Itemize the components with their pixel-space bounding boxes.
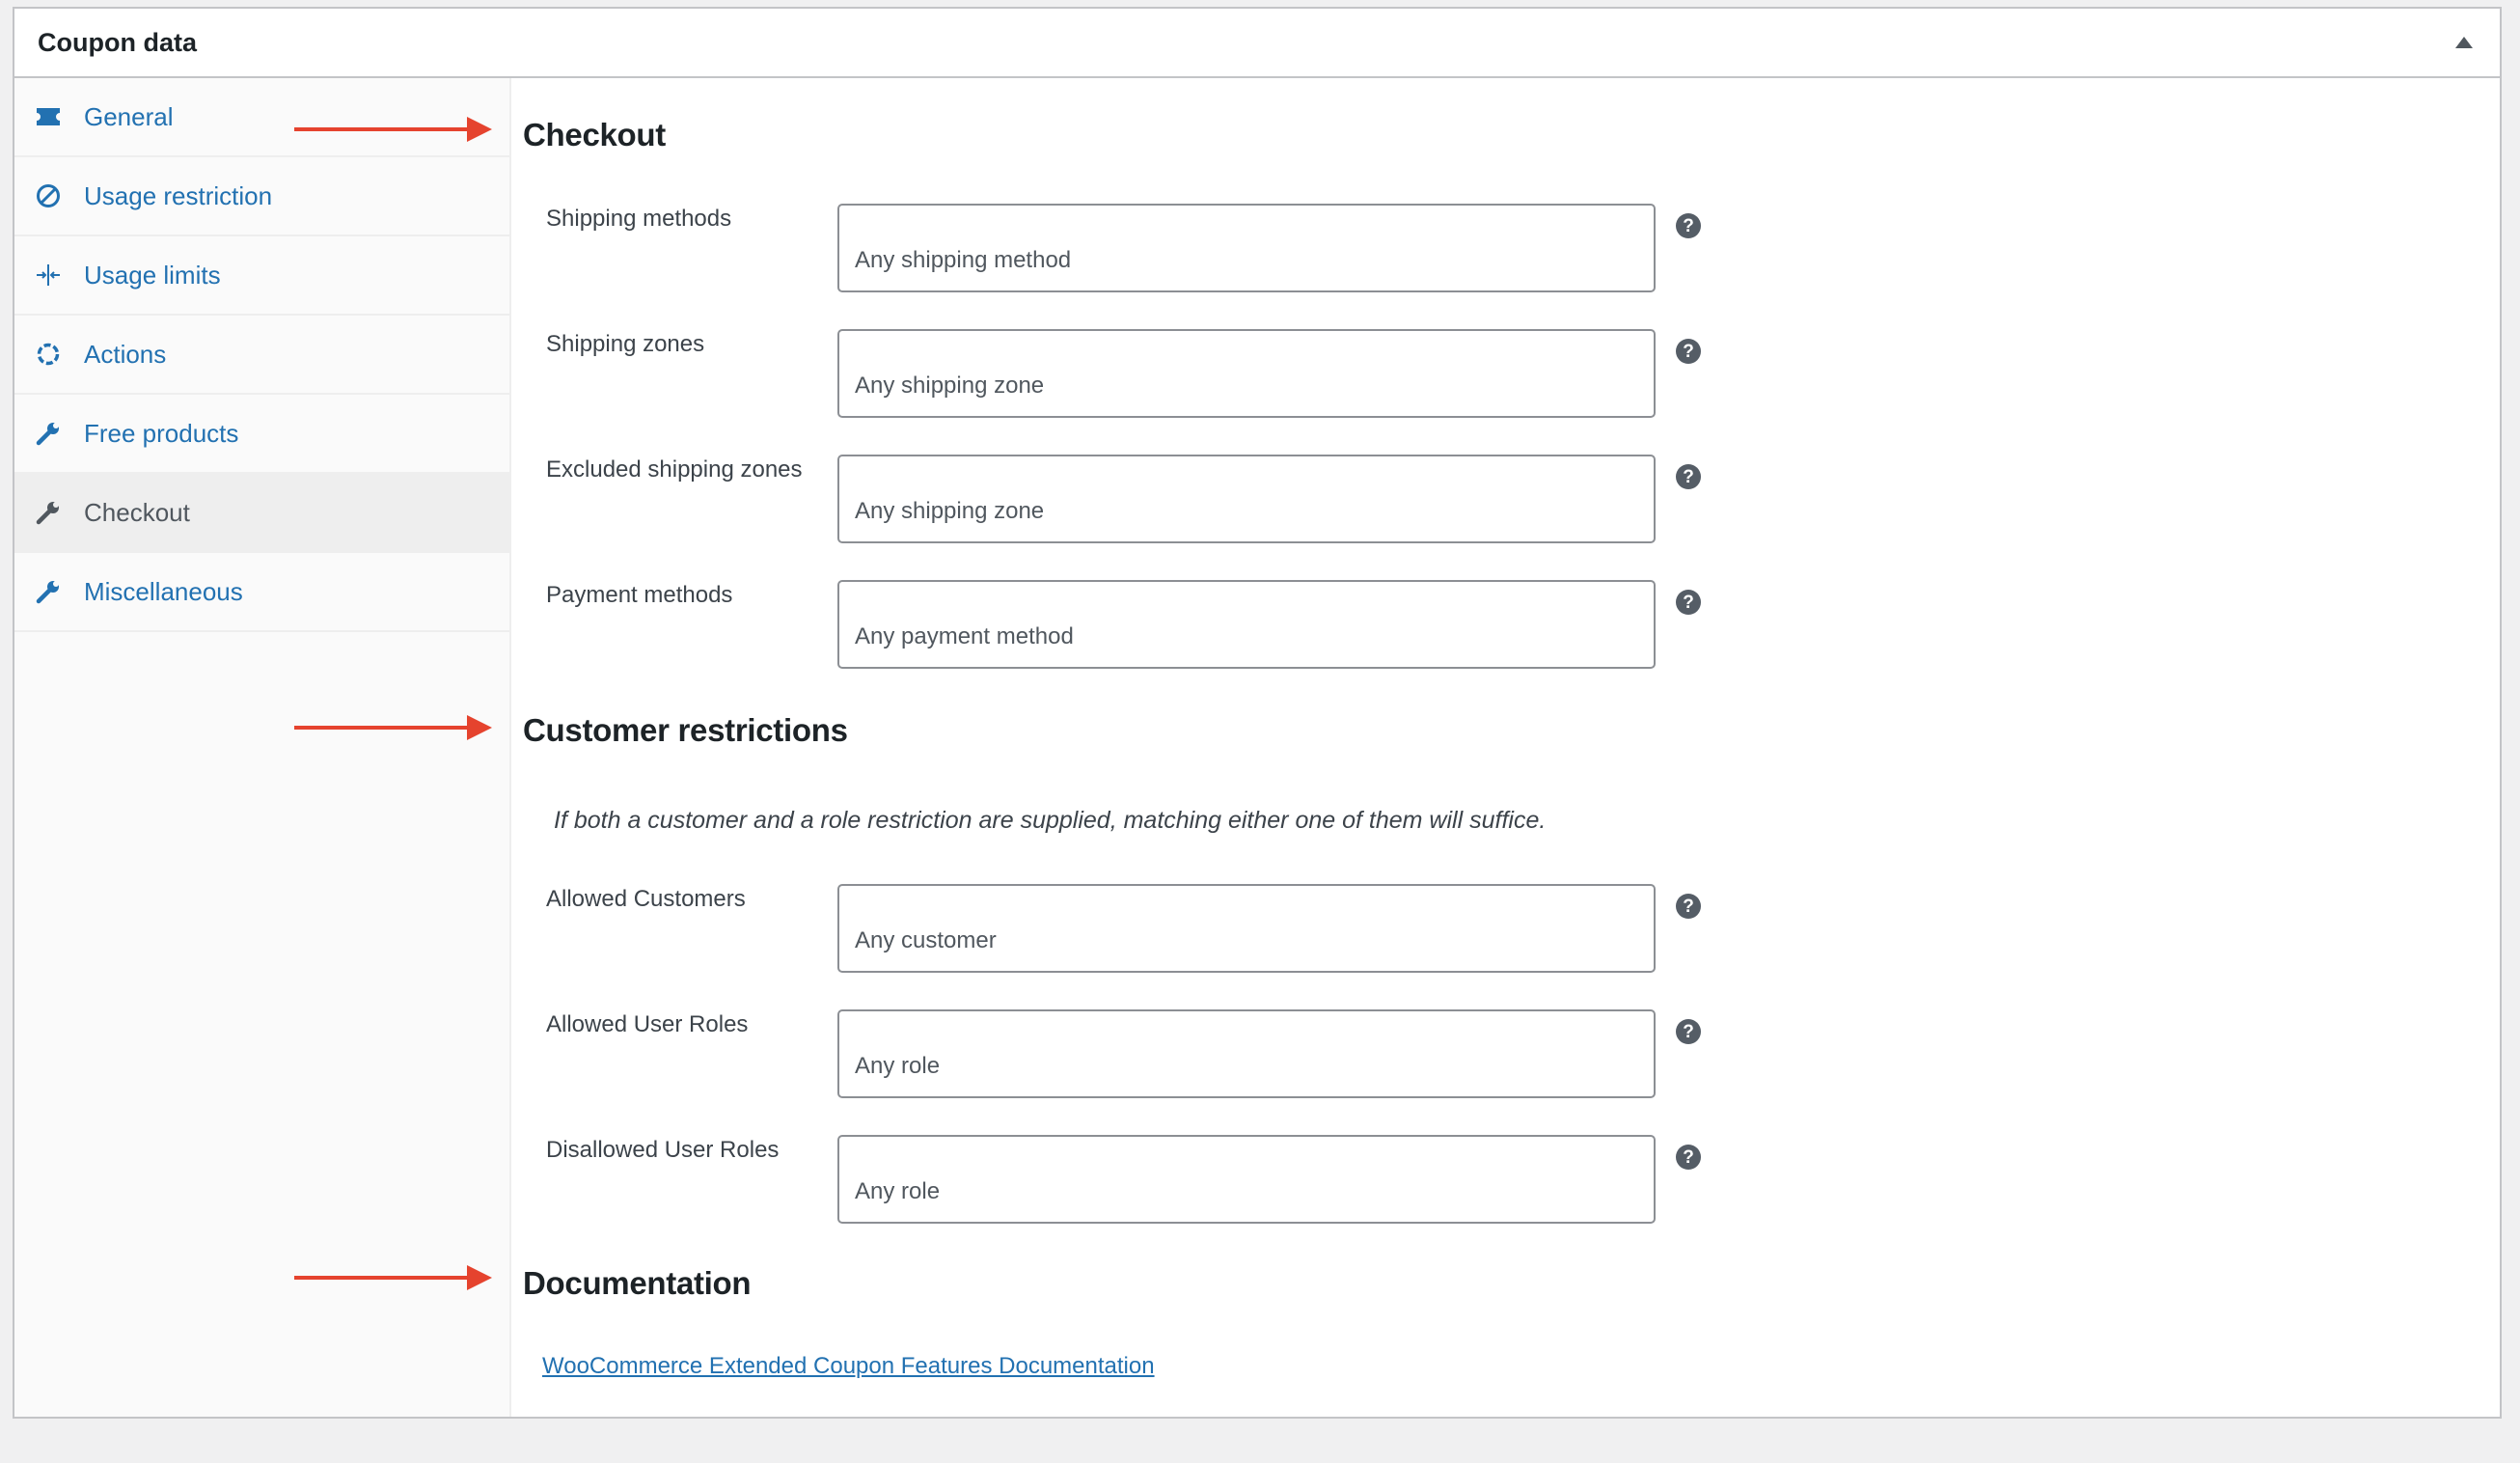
checkout-heading: Checkout [523,117,666,152]
allowed-user-roles-label: Allowed User Roles [546,1011,749,1037]
excluded-shipping-zones-input[interactable] [837,455,1656,543]
panel-title: Coupon data [38,27,197,57]
help-icon[interactable]: ? [1676,1145,1701,1170]
checkout-tab-content: Checkout Shipping methods ? Shipping zon… [513,78,2500,1417]
actions-icon [34,340,63,369]
annotation-arrow [294,117,492,142]
tab-label: Actions [84,339,167,369]
payment-methods-input[interactable] [837,580,1656,669]
tab-label: Free products [84,418,239,448]
tab-label: General [84,101,174,131]
no-entry-icon [34,181,63,210]
annotation-arrow [294,715,492,740]
customer-restrictions-heading: Customer restrictions [523,712,848,748]
shipping-methods-input[interactable] [837,204,1656,292]
help-icon[interactable]: ? [1676,464,1701,489]
allowed-customers-label: Allowed Customers [546,886,746,912]
help-icon[interactable]: ? [1676,213,1701,238]
coupon-tabs-sidebar: General Usage restriction Usage limits A… [14,78,511,1417]
tab-free-products[interactable]: Free products [14,395,509,474]
annotation-arrow [294,1265,492,1290]
help-icon[interactable]: ? [1676,339,1701,364]
documentation-heading: Documentation [523,1265,752,1301]
wrench-icon [34,419,63,448]
disallowed-user-roles-input[interactable] [837,1135,1656,1224]
tab-usage-restriction[interactable]: Usage restriction [14,157,509,236]
collapse-toggle-icon[interactable] [2455,37,2473,48]
help-icon[interactable]: ? [1676,590,1701,615]
help-icon[interactable]: ? [1676,1019,1701,1044]
tab-label: Usage limits [84,260,221,290]
limits-icon [34,261,63,290]
tab-usage-limits[interactable]: Usage limits [14,236,509,316]
disallowed-user-roles-label: Disallowed User Roles [546,1137,780,1163]
coupon-data-panel: Coupon data General Usage restriction Us… [13,7,2502,1419]
payment-methods-label: Payment methods [546,582,733,608]
help-icon[interactable]: ? [1676,894,1701,919]
tab-label: Checkout [84,497,190,527]
tab-label: Miscellaneous [84,576,243,606]
tab-general[interactable]: General [14,78,509,157]
tab-actions[interactable]: Actions [14,316,509,395]
tab-checkout[interactable]: Checkout [14,474,509,553]
ticket-icon [34,102,63,131]
shipping-zones-input[interactable] [837,329,1656,418]
wrench-icon [34,498,63,527]
customer-restrictions-note: If both a customer and a role restrictio… [554,807,1547,834]
excluded-shipping-zones-label: Excluded shipping zones [546,456,803,483]
shipping-zones-label: Shipping zones [546,331,705,357]
tab-miscellaneous[interactable]: Miscellaneous [14,553,509,632]
allowed-user-roles-input[interactable] [837,1009,1656,1098]
allowed-customers-input[interactable] [837,884,1656,973]
wrench-icon [34,577,63,606]
shipping-methods-label: Shipping methods [546,206,732,232]
panel-header[interactable]: Coupon data [14,9,2500,78]
tab-label: Usage restriction [84,180,273,210]
documentation-link[interactable]: WooCommerce Extended Coupon Features Doc… [542,1353,1155,1380]
